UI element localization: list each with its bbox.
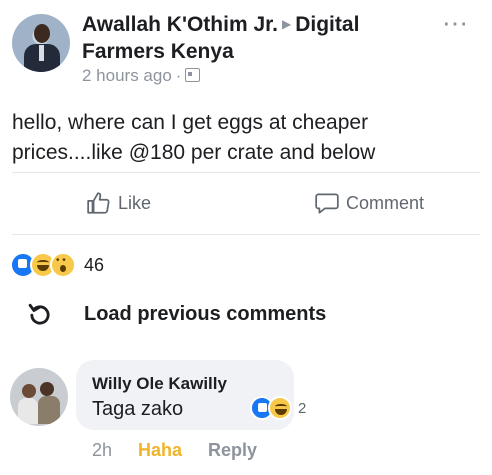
comment-reactions[interactable]: 2 [250,396,306,420]
reaction-summary[interactable]: 46 [10,252,104,278]
post-time[interactable]: 2 hours ago [82,66,172,85]
divider [12,234,480,235]
load-previous-comments-button[interactable]: Load previous comments [26,300,326,328]
comment-reaction-button[interactable]: Haha [138,440,182,461]
wow-reaction-icon [50,252,76,278]
comment-footer: 2h Haha Reply [92,440,257,461]
load-previous-label: Load previous comments [84,302,327,325]
post-header-title: Awallah K'Othim Jr. ▶ Digital Farmers Keny… [82,11,432,65]
commenter-name[interactable]: Willy Ole Kawilly [92,374,227,394]
post-text: hello, where can I get eggs at cheaper p… [12,111,376,164]
thumbs-up-icon [87,192,110,214]
reply-button[interactable]: Reply [208,440,257,461]
author-name[interactable]: Awallah K'Othim Jr. [82,13,278,36]
comment-label: Comment [346,192,425,213]
arrow-right-icon: ▶ [282,17,292,31]
comment-time[interactable]: 2h [92,440,112,461]
reaction-count: 46 [84,254,105,275]
commenter-avatar[interactable] [10,368,68,426]
post-meta: 2 hours ago · [82,66,201,86]
like-label: Like [118,192,152,213]
separator-dot: · [175,66,182,85]
refresh-icon [28,303,50,325]
more-options-icon[interactable]: ⋯ [442,8,469,39]
haha-reaction-icon [268,396,292,420]
comment-text: Taga zako [92,398,184,420]
author-avatar[interactable] [12,14,70,72]
comment-bubble-icon [315,193,339,214]
comment-button[interactable]: Comment [314,190,424,216]
divider [12,172,480,173]
comment-reaction-count: 2 [298,399,307,417]
audience-icon [185,68,201,82]
like-button[interactable]: Like [86,190,151,216]
